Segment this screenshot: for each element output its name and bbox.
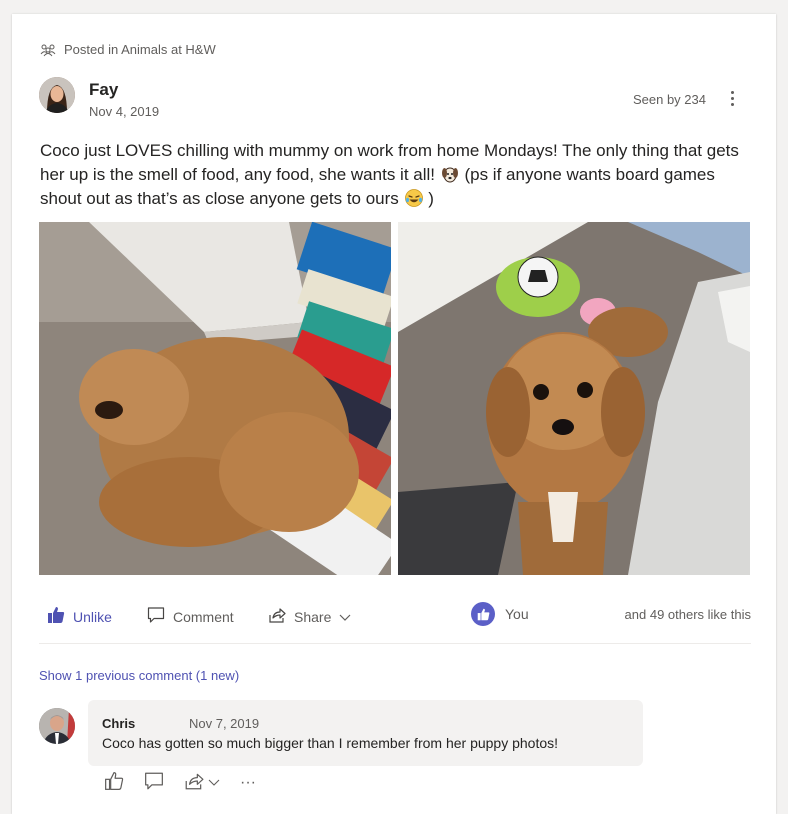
seen-by-count[interactable]: Seen by 234 — [633, 92, 706, 107]
comment-like-button[interactable] — [104, 771, 124, 796]
commenter-avatar[interactable] — [39, 708, 75, 744]
photo-dog-looking-up[interactable] — [398, 222, 750, 575]
posted-in-label: Posted in — [64, 42, 119, 57]
photo-dog-sleeping[interactable] — [39, 222, 391, 575]
reply-icon — [144, 771, 164, 796]
share-icon — [184, 771, 204, 796]
share-button[interactable]: Share — [268, 606, 351, 627]
likes-others-count[interactable]: and 49 others like this — [625, 607, 751, 622]
post-date: Nov 4, 2019 — [89, 104, 160, 119]
thumbs-up-icon — [104, 771, 124, 796]
post-text-part-3: ) — [428, 189, 434, 208]
community-link[interactable]: Animals at H&W — [121, 42, 216, 57]
posted-in-line: Posted in Animals at H&W — [40, 42, 216, 57]
comment-icon — [147, 606, 165, 627]
likes-summary[interactable]: You — [471, 602, 529, 626]
divider — [39, 643, 751, 644]
author-avatar[interactable] — [39, 77, 75, 113]
post-actions-bar: Unlike Comment Share You and 49 others l… — [39, 602, 751, 632]
comment-bubble: Chris Nov 7, 2019 Coco has gotten so muc… — [88, 700, 643, 766]
comment-more-button[interactable]: ··· — [240, 774, 256, 792]
likes-you-label: You — [505, 606, 529, 622]
post-card: Posted in Animals at H&W Fay Nov 4, 2019… — [12, 14, 776, 814]
author-name[interactable]: Fay — [89, 80, 118, 100]
comment-reply-button[interactable] — [144, 771, 164, 796]
comment-actions: ··· — [104, 771, 256, 796]
comment-button[interactable]: Comment — [147, 606, 234, 627]
show-previous-comments-link[interactable]: Show 1 previous comment (1 new) — [39, 668, 239, 683]
chevron-down-icon[interactable] — [208, 774, 220, 792]
comment-text: Coco has gotten so much bigger than I re… — [102, 735, 559, 751]
share-label: Share — [294, 608, 332, 625]
laughing-tears-emoji — [404, 188, 424, 208]
dog-face-emoji — [440, 164, 460, 184]
comment-date: Nov 7, 2019 — [189, 716, 260, 731]
comment-label: Comment — [173, 608, 234, 625]
comment-author[interactable]: Chris — [102, 716, 135, 731]
unlike-button[interactable]: Unlike — [47, 606, 112, 627]
share-icon — [268, 606, 286, 627]
post-body: Coco just LOVES chilling with mummy on w… — [40, 139, 756, 211]
thumbs-up-filled-icon — [47, 606, 65, 627]
unlike-label: Unlike — [73, 608, 112, 625]
chevron-down-icon[interactable] — [339, 609, 351, 625]
more-options-icon[interactable] — [722, 86, 742, 110]
comment-share-button[interactable] — [184, 771, 220, 796]
ellipsis-icon: ··· — [240, 774, 256, 791]
community-icon — [40, 43, 56, 57]
like-badge-icon — [471, 602, 495, 626]
